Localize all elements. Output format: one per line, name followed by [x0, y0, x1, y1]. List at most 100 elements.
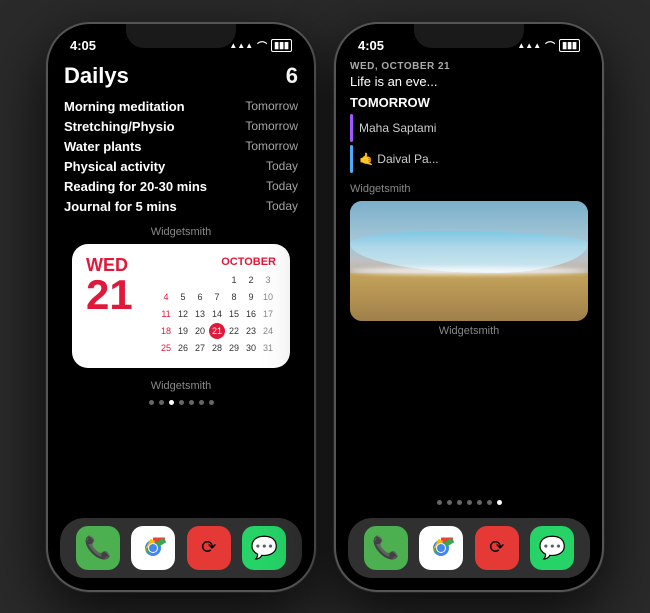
wave-foam	[350, 267, 588, 275]
cal-cell	[158, 272, 174, 288]
task-name-1: Morning meditation	[64, 99, 185, 114]
cal-cell: 21	[209, 323, 225, 339]
cal-cell: 15	[226, 306, 242, 322]
event-date: WED, OCTOBER 21	[350, 61, 588, 72]
dot-2-7[interactable]	[497, 500, 502, 505]
task-tag-1: Tomorrow	[245, 99, 298, 114]
event-dot-2	[350, 145, 353, 173]
phone-app-icon[interactable]: 📞	[76, 526, 120, 570]
widgetsmith-label-2: Widgetsmith	[350, 183, 588, 195]
task-row-5: Reading for 20-30 mins Today	[64, 179, 298, 194]
dot-6[interactable]	[199, 400, 204, 405]
event-dot-1	[350, 114, 353, 142]
cal-cell: 29	[226, 340, 242, 356]
task-row-2: Stretching/Physio Tomorrow	[64, 119, 298, 134]
status-bar-1: 4:05 ▲▲▲ ⌒ ▮▮▮	[48, 24, 314, 57]
cal-right: OCTOBER 12345678910111213141516171819202…	[158, 256, 276, 356]
phone2-events: WED, OCTOBER 21 Life is an eve... TOMORR…	[336, 57, 602, 337]
cal-cell: 27	[192, 340, 208, 356]
status-icons-1: ▲▲▲ ⌒ ▮▮▮	[229, 38, 292, 53]
cal-cell: 4	[158, 289, 174, 305]
chrome-app-icon-2[interactable]	[419, 526, 463, 570]
wifi-icon-2: ⌒	[545, 38, 555, 53]
signal-icon-2: ▲▲▲	[517, 41, 541, 50]
page-dots-1	[48, 400, 314, 405]
dot-7[interactable]	[209, 400, 214, 405]
dot-5[interactable]	[189, 400, 194, 405]
whatsapp-app-icon[interactable]: 💬	[242, 526, 286, 570]
cal-cell: 3	[260, 272, 276, 288]
task-row-6: Journal for 5 mins Today	[64, 199, 298, 214]
status-icons-2: ▲▲▲ ⌒ ▮▮▮	[517, 38, 580, 53]
dailys-header: Dailys 6	[64, 63, 298, 89]
signal-icon: ▲▲▲	[229, 41, 253, 50]
cal-cell	[209, 272, 225, 288]
dot-2-3[interactable]	[457, 500, 462, 505]
dot-3[interactable]	[169, 400, 174, 405]
cal-cell	[175, 272, 191, 288]
phone-1-screen: 4:05 ▲▲▲ ⌒ ▮▮▮ Dailys 6 Morning meditati…	[48, 24, 314, 590]
event-block: WED, OCTOBER 21 Life is an eve... TOMORR…	[350, 61, 588, 173]
event-item-2: 🤙 Daival Pa...	[350, 145, 588, 173]
task-name-3: Water plants	[64, 139, 142, 154]
cal-cell: 8	[226, 289, 242, 305]
cal-cell: 28	[209, 340, 225, 356]
battery-icon-2: ▮▮▮	[559, 39, 580, 52]
cal-month: OCTOBER	[158, 256, 276, 268]
phone-app-icon-2[interactable]: 📞	[364, 526, 408, 570]
status-bar-2: 4:05 ▲▲▲ ⌒ ▮▮▮	[336, 24, 602, 57]
dailys-title: Dailys	[64, 63, 129, 89]
cal-grid: 1234567891011121314151617181920212223242…	[158, 272, 276, 356]
task-tag-2: Tomorrow	[245, 119, 298, 134]
task-row-1: Morning meditation Tomorrow	[64, 99, 298, 114]
task-tag-5: Today	[266, 179, 298, 194]
cal-cell: 17	[260, 306, 276, 322]
chrome-app-icon[interactable]	[131, 526, 175, 570]
dot-2-2[interactable]	[447, 500, 452, 505]
widget-label-1: Widgetsmith	[64, 226, 298, 238]
cal-cell: 12	[175, 306, 191, 322]
cal-cell: 10	[260, 289, 276, 305]
wifi-icon: ⌒	[257, 38, 267, 53]
phone-1: 4:05 ▲▲▲ ⌒ ▮▮▮ Dailys 6 Morning meditati…	[46, 22, 316, 592]
dot-1[interactable]	[149, 400, 154, 405]
task-row-3: Water plants Tomorrow	[64, 139, 298, 154]
task-tag-6: Today	[266, 199, 298, 214]
status-time-1: 4:05	[70, 38, 96, 53]
dot-2-6[interactable]	[487, 500, 492, 505]
cal-cell: 13	[192, 306, 208, 322]
battery-icon: ▮▮▮	[271, 39, 292, 52]
widgetsmith-bottom: Widgetsmith	[350, 325, 588, 337]
cal-day-num: 21	[86, 274, 146, 316]
whatsapp-app-icon-2[interactable]: 💬	[530, 526, 574, 570]
widget-label-2: Widgetsmith	[64, 380, 298, 392]
task-name-6: Journal for 5 mins	[64, 199, 177, 214]
task-name-5: Reading for 20-30 mins	[64, 179, 207, 194]
dot-2-4[interactable]	[467, 500, 472, 505]
cal-cell: 6	[192, 289, 208, 305]
dailys-count: 6	[286, 63, 298, 89]
task-name-2: Stretching/Physio	[64, 119, 175, 134]
cast-app-icon[interactable]: ⟳	[187, 526, 231, 570]
cal-cell: 14	[209, 306, 225, 322]
cal-cell: 31	[260, 340, 276, 356]
cal-left: WED 21	[86, 256, 146, 356]
phone-2: 4:05 ▲▲▲ ⌒ ▮▮▮ WED, OCTOBER 21 Life is a…	[334, 22, 604, 592]
event-item-1: Maha Saptami	[350, 114, 588, 142]
cal-cell: 18	[158, 323, 174, 339]
cast-app-icon-2[interactable]: ⟳	[475, 526, 519, 570]
cal-cell: 25	[158, 340, 174, 356]
tomorrow-label: TOMORROW	[350, 95, 588, 110]
cal-cell: 19	[175, 323, 191, 339]
dot-2-1[interactable]	[437, 500, 442, 505]
dock-1: 📞 ⟳ 💬	[60, 518, 302, 578]
dot-2[interactable]	[159, 400, 164, 405]
beach-sand	[350, 273, 588, 321]
event-name-1: Maha Saptami	[359, 121, 436, 135]
cal-cell: 2	[243, 272, 259, 288]
calendar-widget: WED 21 OCTOBER 1234567891011121314151617…	[72, 244, 290, 368]
dot-4[interactable]	[179, 400, 184, 405]
cal-cell: 16	[243, 306, 259, 322]
cal-cell: 30	[243, 340, 259, 356]
dot-2-5[interactable]	[477, 500, 482, 505]
